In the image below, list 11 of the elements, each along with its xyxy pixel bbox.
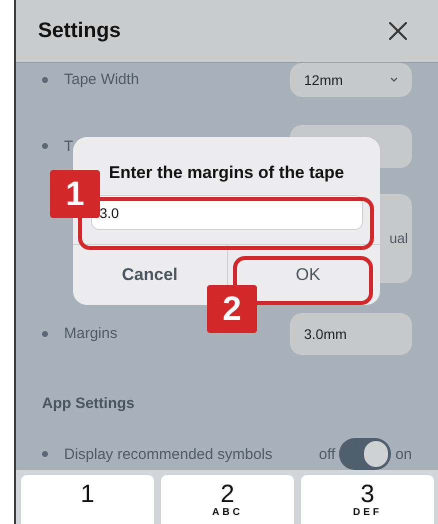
on-label: on (395, 446, 412, 462)
callout-number: 1 (50, 170, 100, 218)
section-heading: App Settings (42, 395, 136, 412)
setting-label: Tape Width (64, 71, 140, 88)
setting-label: Margins (64, 325, 118, 342)
off-label: off (318, 446, 336, 462)
setting-label: T (64, 138, 74, 155)
dialog-title: Enter the margins of the tape (108, 163, 344, 183)
screen-title: Settings (38, 19, 121, 43)
setting-label: Display recommended symbols (64, 446, 274, 462)
callout-number: 2 (207, 285, 257, 333)
